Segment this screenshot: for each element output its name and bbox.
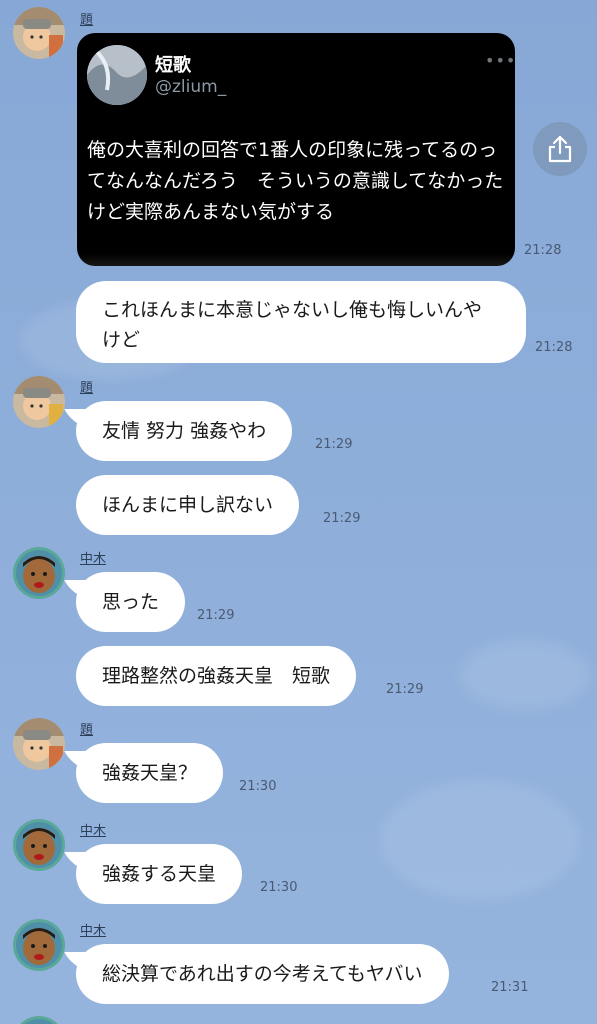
tweet-screenshot-card[interactable]: 短歌 @zlium_ ••• 俺の大喜利の回答で1番人の印象に残ってるのってなん… <box>77 33 515 266</box>
message-bubble[interactable]: 強姦天皇？ <box>76 743 224 803</box>
message-time: 21:29 <box>197 608 235 623</box>
tweet-text: 俺の大喜利の回答で1番人の印象に残ってるのってなんなんだろう そういうの意識して… <box>87 139 504 223</box>
avatar-nakagi[interactable] <box>13 547 65 599</box>
avatar-dai[interactable] <box>13 7 65 59</box>
avatar-dai[interactable] <box>13 718 65 770</box>
message-time: 21:29 <box>386 682 424 697</box>
message-bubble[interactable]: 強姦する天皇 <box>76 844 243 904</box>
avatar-nakagi[interactable] <box>13 919 65 971</box>
message-time: 21:30 <box>239 779 277 794</box>
share-button[interactable] <box>533 122 587 176</box>
message-time: 21:29 <box>315 437 353 452</box>
more-icon[interactable]: ••• <box>485 51 515 70</box>
sender-name: 題 <box>80 381 94 396</box>
message-bubble[interactable]: これほんまに本意じゃないし俺も悔しいんやけど <box>76 281 526 363</box>
message-bubble[interactable]: 総決算であれ出すの今考えてもヤバい <box>76 944 449 1004</box>
share-icon <box>548 135 572 163</box>
sender-name: 中木 <box>80 824 107 839</box>
message-bubble[interactable]: 理路整然の強姦天皇 短歌 <box>76 646 357 706</box>
message-bubble[interactable]: 友情 努力 強姦やわ <box>76 401 293 461</box>
chat-screen: 題 短歌 @zlium_ ••• 俺の大喜利の回答で1番人の印象に残ってるのって… <box>0 0 597 1024</box>
sender-name: 中木 <box>80 552 107 567</box>
sender-name: 題 <box>80 13 94 28</box>
message-bubble[interactable]: ほんまに申し訳ない <box>76 475 300 535</box>
message-time: 21:28 <box>535 340 573 355</box>
avatar-dai[interactable] <box>13 376 65 428</box>
tweet-avatar <box>87 45 147 105</box>
message-time: 21:31 <box>491 980 529 995</box>
message-time: 21:30 <box>260 880 298 895</box>
tweet-author-name: 短歌 <box>155 55 191 76</box>
avatar-nakagi[interactable] <box>13 819 65 871</box>
tweet-author-handle: @zlium_ <box>155 77 227 97</box>
message-time: 21:28 <box>524 243 562 258</box>
avatar-nakagi[interactable] <box>13 1016 65 1024</box>
message-time: 21:29 <box>323 511 361 526</box>
sender-name: 中木 <box>80 924 107 939</box>
sender-name: 題 <box>80 723 94 738</box>
tweet-cut-edge <box>77 254 515 266</box>
message-bubble[interactable]: 思った <box>76 572 186 632</box>
